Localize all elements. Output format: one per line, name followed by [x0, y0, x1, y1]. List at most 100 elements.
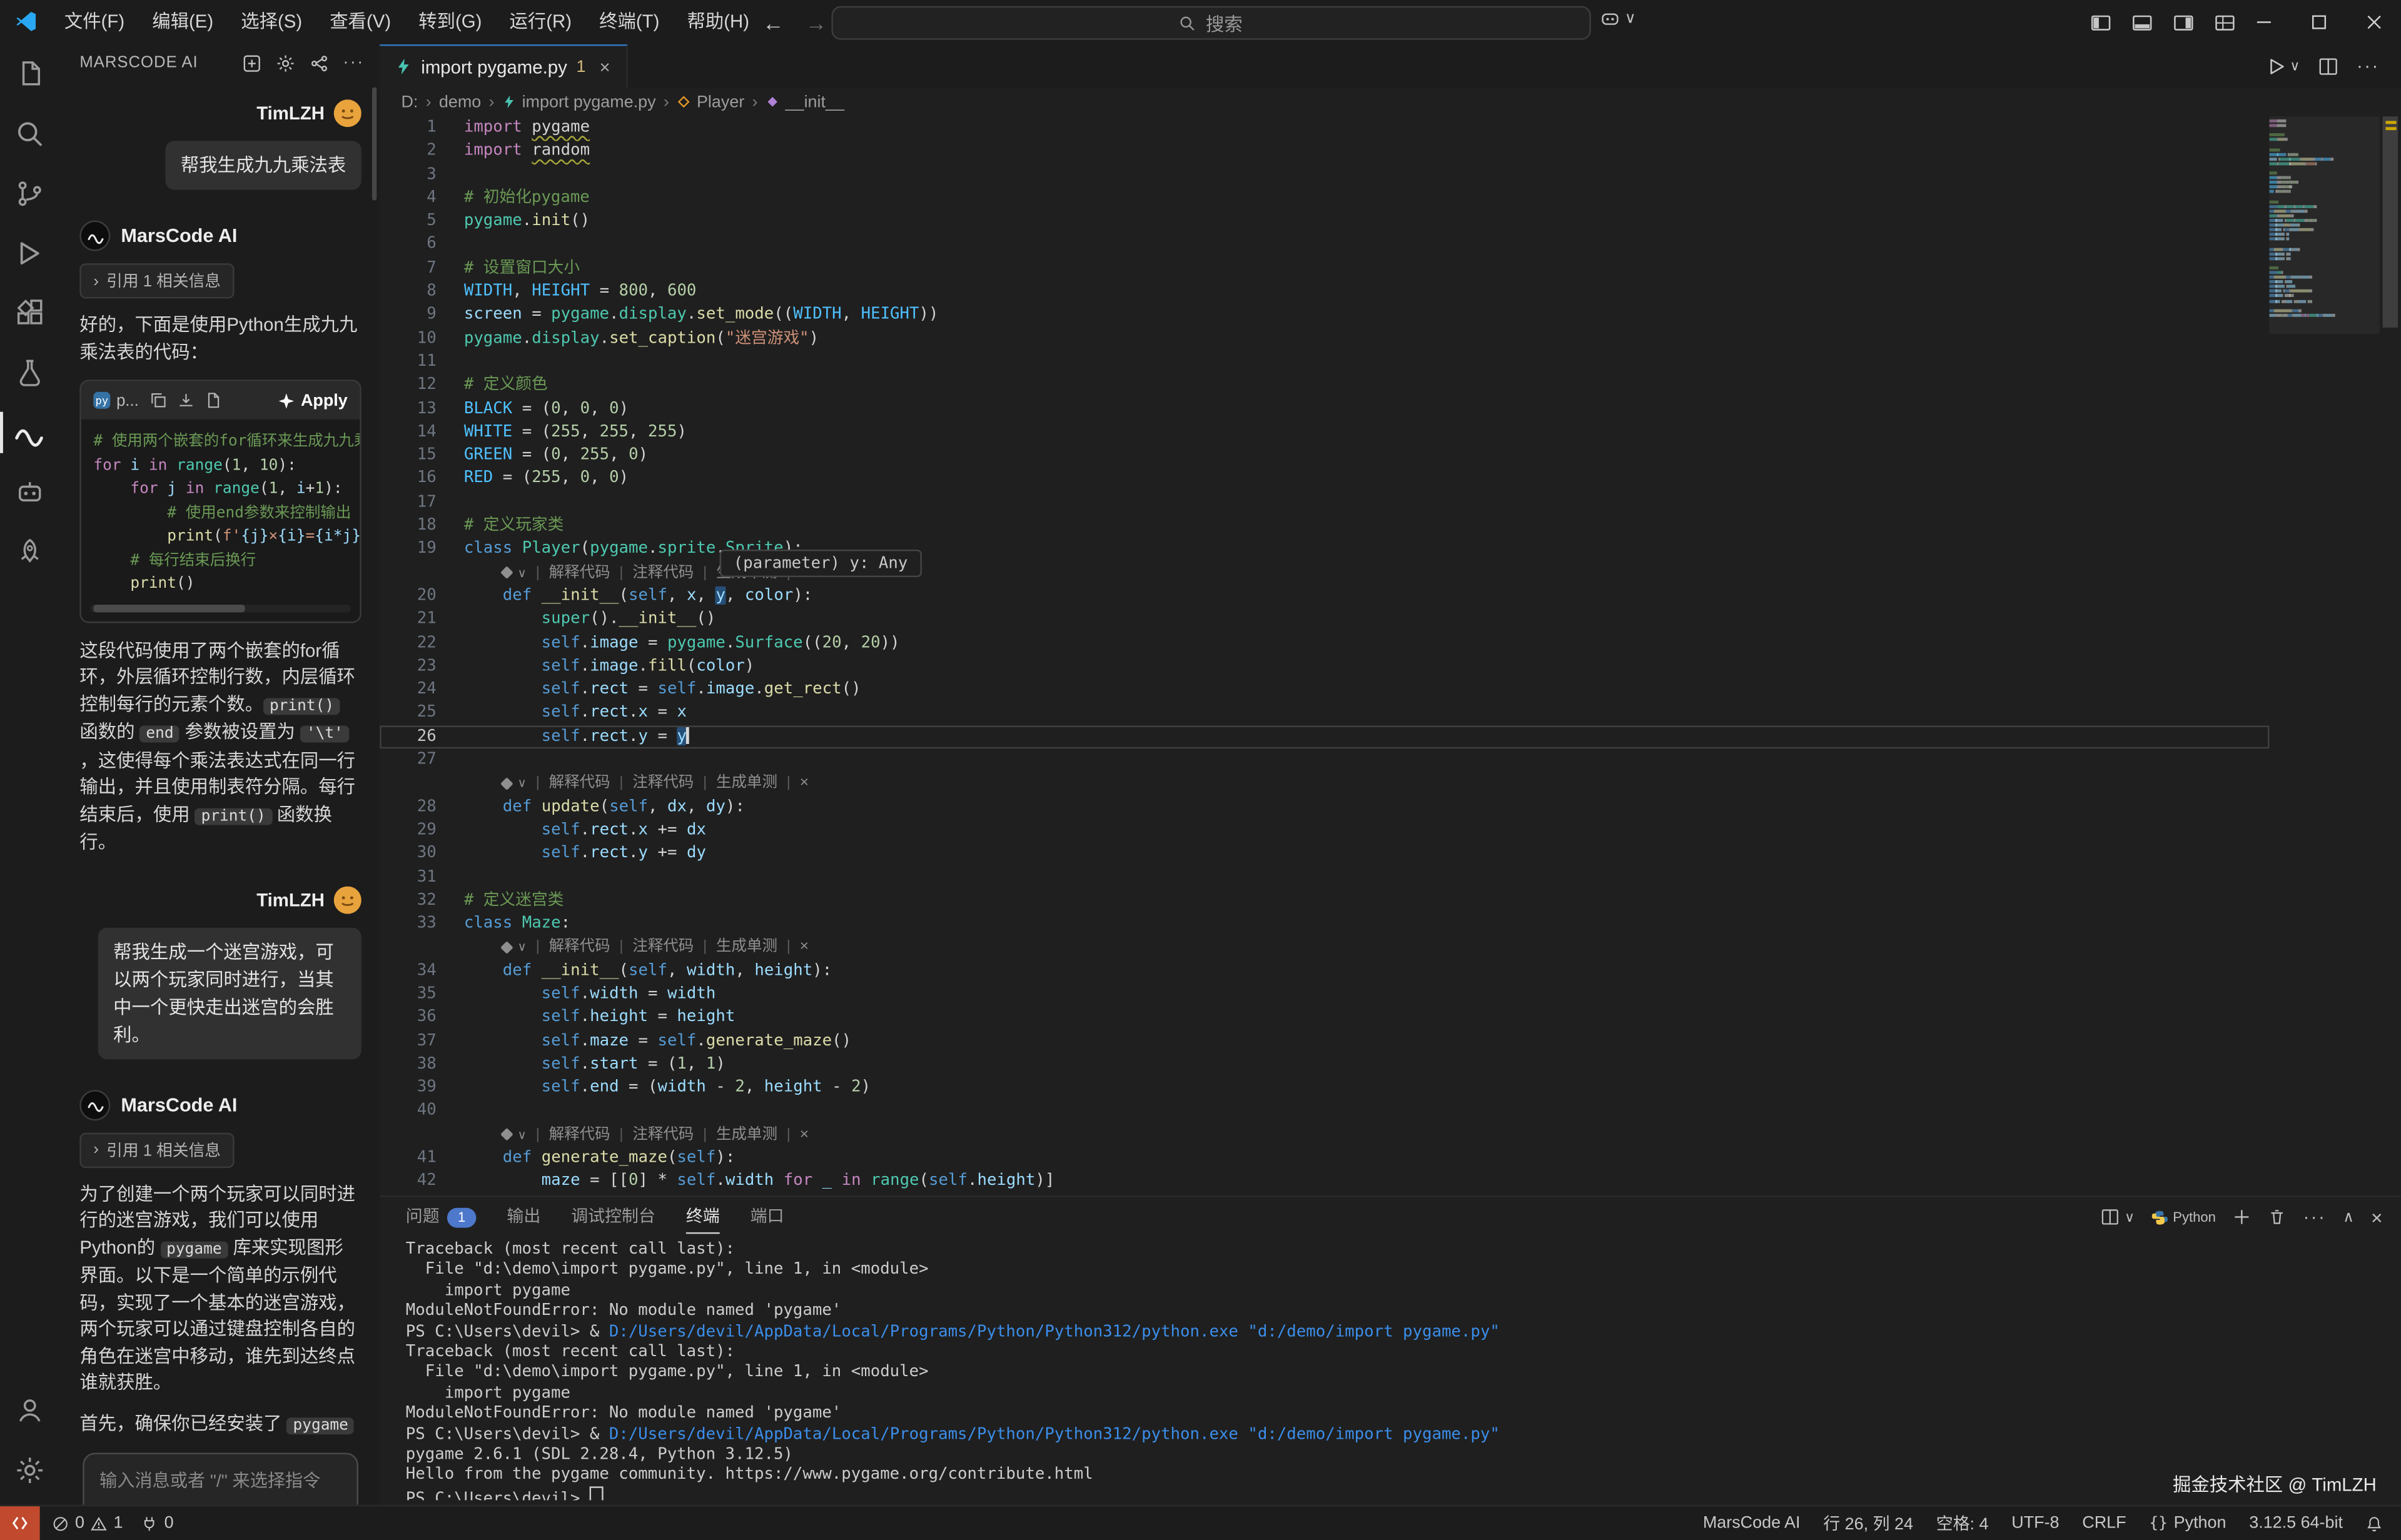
codelens-action[interactable]: 生成单测	[716, 772, 777, 795]
run-python-file[interactable]: ∨	[2267, 56, 2300, 76]
more-actions-icon[interactable]: ···	[343, 54, 364, 72]
codelens-action[interactable]: 注释代码	[632, 936, 694, 959]
menu-item[interactable]: 编辑(E)	[138, 0, 227, 44]
apply-button[interactable]: Apply	[280, 391, 348, 410]
codelens-close-icon[interactable]: ×	[800, 772, 809, 795]
ai-assistant-icon[interactable]	[0, 462, 58, 521]
panel-tab-ports[interactable]: 端口	[751, 1197, 784, 1237]
marscode-lens-icon[interactable]	[500, 941, 513, 954]
code-horizontal-scrollbar[interactable]	[90, 604, 350, 611]
more-actions-icon[interactable]: ···	[2357, 55, 2380, 76]
reference-collapse[interactable]: › 引用 1 相关信息	[79, 1132, 235, 1167]
codelens-action[interactable]: 解释代码	[549, 772, 610, 795]
editor-scrollbar[interactable]	[2380, 116, 2401, 1197]
terminal-output[interactable]: Traceback (most recent call last): File …	[406, 1240, 2386, 1500]
ports-indicator[interactable]: 0	[141, 1514, 174, 1532]
new-terminal-icon[interactable]	[2233, 1208, 2251, 1226]
status-language[interactable]: {}Python	[2149, 1514, 2226, 1532]
close-icon[interactable]	[2346, 0, 2401, 44]
chevron-down-icon[interactable]: ∨	[2290, 58, 2300, 74]
maximize-panel-icon[interactable]: ∧	[2343, 1209, 2354, 1225]
chevron-down-icon[interactable]: ∨	[518, 561, 527, 585]
customize-layout-icon[interactable]	[2214, 11, 2235, 33]
chevron-down-icon[interactable]: ∨	[518, 936, 527, 959]
status-eol[interactable]: CRLF	[2082, 1514, 2126, 1532]
codelens-action[interactable]: 注释代码	[632, 561, 694, 585]
share-icon[interactable]	[310, 53, 330, 73]
panel-tab-terminal[interactable]: 终端	[686, 1197, 720, 1237]
codelens-action[interactable]: 注释代码	[632, 772, 694, 795]
problems-summary[interactable]: 0 1	[52, 1514, 123, 1532]
reference-collapse[interactable]: › 引用 1 相关信息	[79, 263, 235, 298]
copilot-menu[interactable]: ∨	[1600, 9, 1636, 29]
close-panel-icon[interactable]: ×	[2371, 1205, 2383, 1229]
copy-icon[interactable]	[149, 392, 166, 409]
toggle-secondary-sidebar-icon[interactable]	[2173, 11, 2194, 33]
split-terminal[interactable]: ∨	[2101, 1208, 2135, 1226]
chevron-down-icon[interactable]: ∨	[2125, 1209, 2135, 1225]
breadcrumb-symbol-method[interactable]: __init__	[766, 93, 844, 111]
toggle-panel-icon[interactable]	[2131, 11, 2153, 33]
codelens-action[interactable]: 解释代码	[549, 1124, 610, 1147]
insert-at-cursor-icon[interactable]	[177, 392, 194, 409]
notifications-bell-icon[interactable]	[2366, 1515, 2383, 1532]
status-python-version[interactable]: 3.12.5 64-bit	[2249, 1514, 2343, 1532]
menu-item[interactable]: 运行(R)	[495, 0, 585, 44]
panel-tab-problems[interactable]: 问题1	[406, 1197, 477, 1237]
terminal-profile[interactable]: Python	[2151, 1209, 2216, 1225]
remote-indicator[interactable]	[0, 1506, 40, 1540]
breadcrumb-drive[interactable]: D:	[401, 93, 418, 111]
marscode-lens-icon[interactable]	[500, 1129, 513, 1142]
marscode-ai-icon[interactable]	[0, 403, 58, 462]
source-control-icon[interactable]	[0, 164, 58, 223]
maximize-icon[interactable]	[2291, 0, 2346, 44]
rocket-icon[interactable]	[0, 522, 58, 581]
codelens-close-icon[interactable]: ×	[800, 1124, 809, 1147]
marscode-lens-icon[interactable]	[500, 566, 513, 580]
kill-terminal-trash-icon[interactable]	[2268, 1208, 2286, 1226]
breadcrumb-symbol-class[interactable]: Player	[677, 93, 744, 111]
codelens-close-icon[interactable]: ×	[800, 936, 809, 959]
testing-icon[interactable]	[0, 343, 58, 402]
panel-tab-debug-console[interactable]: 调试控制台	[571, 1197, 655, 1237]
menu-item[interactable]: 终端(T)	[585, 0, 673, 44]
menu-item[interactable]: 选择(S)	[227, 0, 316, 44]
tab-close-icon[interactable]: ×	[600, 56, 610, 77]
minimize-icon[interactable]	[2236, 0, 2291, 44]
settings-gear-icon[interactable]	[0, 1441, 58, 1500]
codelens-action[interactable]: 生成单测	[716, 1124, 777, 1147]
new-file-icon[interactable]	[205, 392, 221, 409]
account-icon[interactable]	[0, 1381, 58, 1440]
status-marscode[interactable]: MarsCode AI	[1703, 1514, 1801, 1532]
explorer-icon[interactable]	[0, 44, 58, 104]
chevron-down-icon[interactable]: ∨	[518, 1124, 527, 1147]
codelens-action[interactable]: 生成单测	[716, 936, 777, 959]
menu-item[interactable]: 转到(G)	[405, 0, 495, 44]
codelens-action[interactable]: 注释代码	[632, 1124, 694, 1147]
back-icon[interactable]: ←	[762, 10, 784, 34]
minimap[interactable]	[2269, 119, 2379, 1197]
tab-import-pygame[interactable]: import pygame.py 1 ×	[380, 44, 627, 88]
codelens-action[interactable]: 解释代码	[549, 936, 610, 959]
status-cursor-position[interactable]: 行 26, 列 24	[1823, 1511, 1913, 1536]
split-editor-icon[interactable]	[2318, 56, 2338, 76]
run-and-debug-icon[interactable]	[0, 223, 58, 283]
command-search-box[interactable]: 搜索	[831, 6, 1590, 40]
extensions-icon[interactable]	[0, 283, 58, 343]
status-encoding[interactable]: UTF-8	[2011, 1514, 2059, 1532]
breadcrumb-file[interactable]: import pygame.py	[502, 93, 656, 111]
menu-item[interactable]: 文件(F)	[51, 0, 138, 44]
code-editor[interactable]: 1import pygame2import random34# 初始化pygam…	[380, 116, 2401, 1197]
codelens-action[interactable]: 解释代码	[549, 561, 610, 585]
editor-scrollbar-thumb[interactable]	[2383, 116, 2398, 328]
menu-item[interactable]: 查看(V)	[316, 0, 405, 44]
menu-item[interactable]: 帮助(H)	[673, 0, 763, 44]
search-sidebar-icon[interactable]	[0, 104, 58, 163]
panel-tab-output[interactable]: 输出	[507, 1197, 540, 1237]
new-chat-icon[interactable]	[242, 53, 262, 73]
more-actions-icon[interactable]: ···	[2303, 1206, 2326, 1227]
chevron-down-icon[interactable]: ∨	[518, 772, 527, 795]
forward-icon[interactable]: →	[806, 10, 827, 34]
status-indentation[interactable]: 空格: 4	[1936, 1511, 1989, 1536]
chat-settings-gear-icon[interactable]	[276, 53, 296, 73]
